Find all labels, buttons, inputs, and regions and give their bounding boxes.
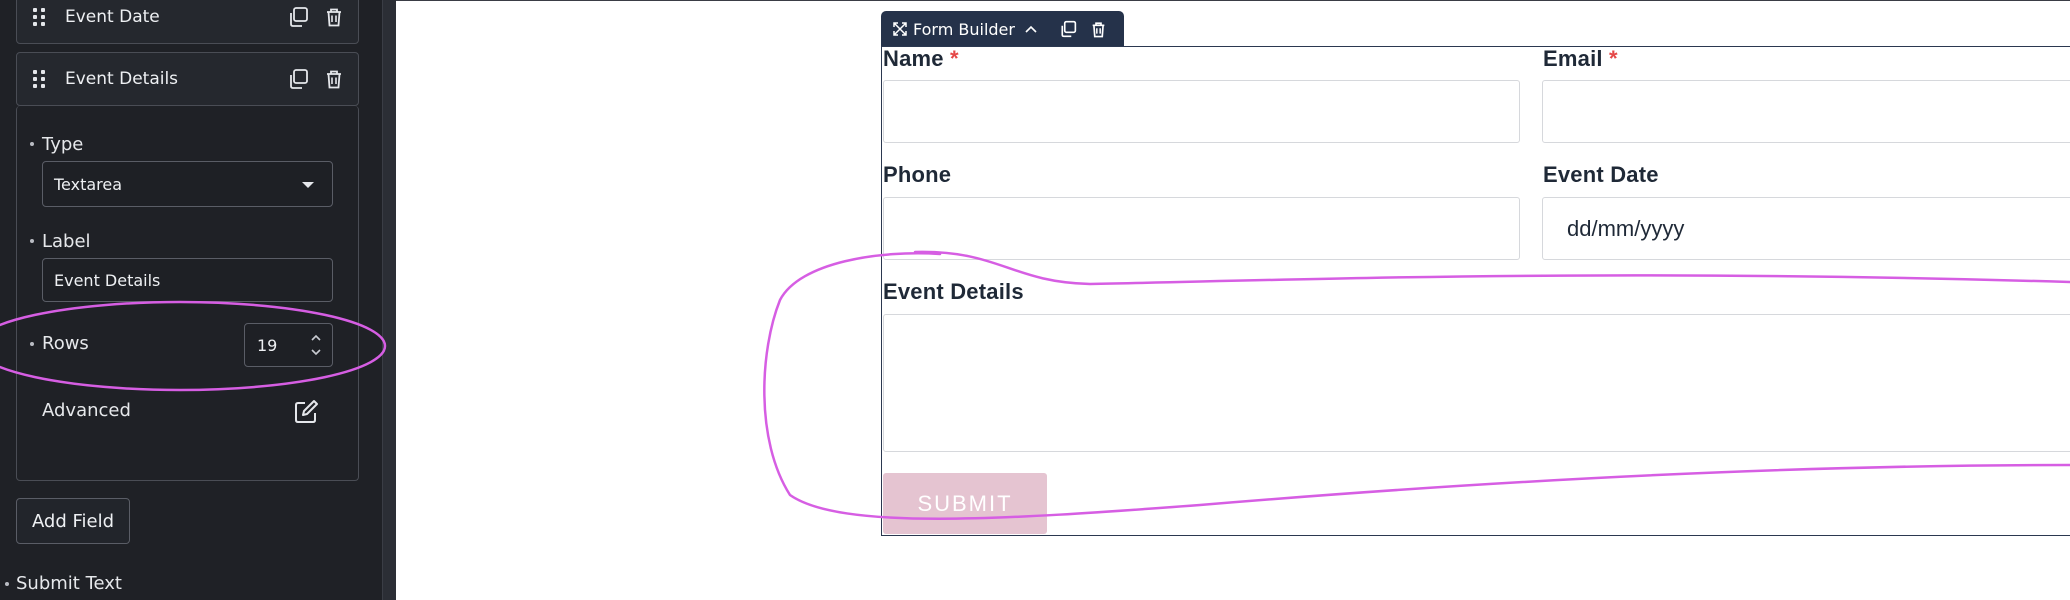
- event-details-label: Event Details: [883, 279, 1024, 304]
- email-label: Email *: [1543, 46, 1618, 71]
- form-builder-tab[interactable]: Form Builder: [881, 11, 1124, 47]
- required-mark: *: [1609, 46, 1618, 71]
- duplicate-icon[interactable]: [286, 67, 310, 91]
- rows-number-input[interactable]: 19: [244, 323, 333, 367]
- type-label: Type: [42, 134, 84, 155]
- canvas-top-border: [396, 0, 2070, 1]
- rows-label: Rows: [42, 333, 89, 354]
- trash-icon[interactable]: [1091, 21, 1106, 38]
- date-placeholder: dd/mm/yyyy: [1567, 215, 1685, 241]
- event-date-label: Event Date: [1543, 162, 1659, 187]
- name-label: Name *: [883, 46, 959, 71]
- panel-scrollbar[interactable]: [382, 0, 396, 600]
- drag-handle-icon[interactable]: [33, 70, 45, 88]
- spinner-arrows-icon[interactable]: [309, 331, 323, 359]
- type-select-value: Textarea: [54, 174, 123, 194]
- event-date-input[interactable]: dd/mm/yyyy: [1542, 197, 2070, 260]
- label-input-value: Event Details: [54, 270, 161, 290]
- bullet: [30, 342, 34, 346]
- edit-icon[interactable]: [292, 398, 320, 430]
- trash-icon[interactable]: [322, 5, 346, 29]
- field-row-event-date[interactable]: Event Date: [16, 0, 359, 44]
- chevron-up-icon[interactable]: [1025, 25, 1037, 33]
- form-builder-title: Form Builder: [913, 19, 1015, 39]
- field-row-label: Event Details: [65, 69, 179, 89]
- email-input[interactable]: [1542, 80, 2070, 143]
- bullet: [30, 142, 34, 146]
- trash-icon[interactable]: [322, 67, 346, 91]
- phone-input[interactable]: [883, 197, 1520, 260]
- properties-panel: Event Date Event Details Type Textarea L…: [0, 0, 382, 600]
- duplicate-icon[interactable]: [1059, 20, 1077, 38]
- drag-handle-icon[interactable]: [33, 8, 45, 26]
- required-mark: *: [950, 46, 959, 71]
- rows-value: 19: [257, 335, 278, 355]
- field-row-event-details[interactable]: Event Details: [16, 52, 359, 106]
- submit-text-label: Submit Text: [16, 573, 122, 594]
- bullet: [30, 239, 34, 243]
- event-details-textarea[interactable]: [883, 314, 2070, 452]
- label-input[interactable]: Event Details: [42, 258, 333, 302]
- caret-down-icon: [302, 182, 314, 188]
- add-field-button[interactable]: Add Field: [16, 498, 130, 544]
- name-input[interactable]: [883, 80, 1520, 143]
- submit-button[interactable]: SUBMIT: [883, 473, 1047, 534]
- bullet: [5, 582, 9, 586]
- label-label: Label: [42, 231, 91, 252]
- expand-icon[interactable]: [893, 22, 907, 36]
- type-select[interactable]: Textarea: [42, 161, 333, 207]
- advanced-label: Advanced: [42, 400, 131, 421]
- duplicate-icon[interactable]: [286, 5, 310, 29]
- field-row-label: Event Date: [65, 7, 160, 27]
- phone-label: Phone: [883, 162, 952, 187]
